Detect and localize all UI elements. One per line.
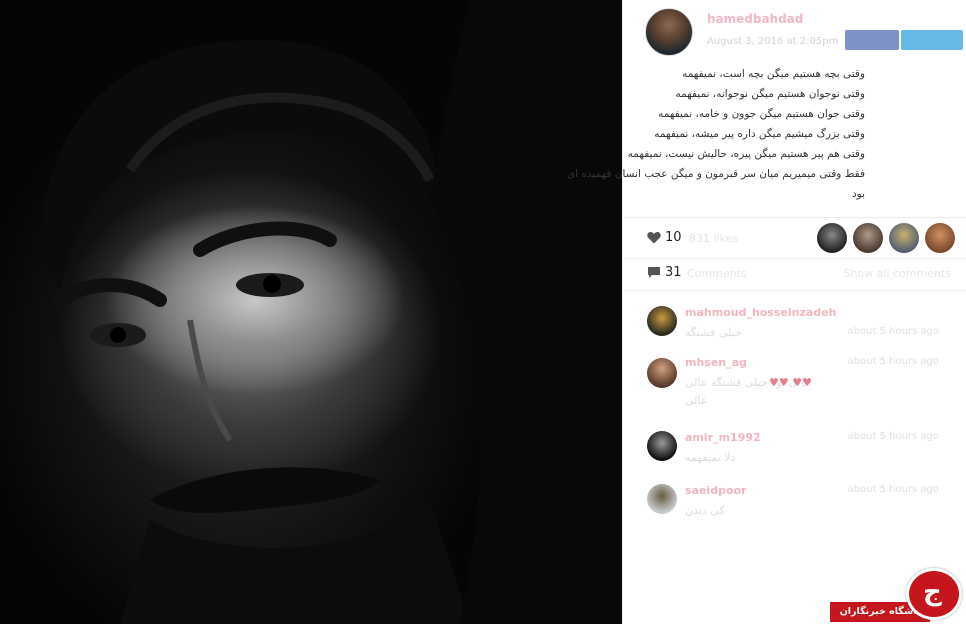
commenter-avatar[interactable] <box>647 431 677 461</box>
liker-avatar[interactable] <box>889 223 919 253</box>
comment-text: کی دیدن <box>685 504 725 517</box>
comments-row: 31 Comments Show all comments <box>623 258 966 290</box>
caption-line: بود <box>851 188 865 200</box>
commenter-avatar[interactable] <box>647 358 677 388</box>
comment-text: خیلی قشنگه <box>685 326 742 339</box>
likes-row: 10 831 likes <box>623 218 966 258</box>
watermark-logo: ج <box>906 568 962 620</box>
comment-item: mhsen_ag about 5 hours ago عالی بود خیلی… <box>623 352 966 418</box>
comment-time: about 5 hours ago <box>847 326 939 337</box>
heart-icon[interactable] <box>647 231 661 244</box>
watermark-glyph: ج <box>923 577 942 607</box>
caption-line: وقتی هم پیر هستیم میگن پیره، حالیش نیست،… <box>627 148 865 160</box>
avatar[interactable] <box>645 8 693 56</box>
commenter-avatar[interactable] <box>647 484 677 514</box>
caption-line: وقتی جوان هستیم میگن جوون و خامه، نمیفهم… <box>658 108 865 120</box>
liker-avatar[interactable] <box>925 223 955 253</box>
username-link[interactable]: hamedbahdad <box>707 12 803 26</box>
commenter-username[interactable]: amir_m1992 <box>685 431 761 444</box>
caption-line: فقط وقتی میمیریم میان سر قبرمون و میگن ع… <box>566 168 865 180</box>
comment-item: amir_m1992 about 5 hours ago دلا نمیفهمه <box>623 425 966 475</box>
commenter-username[interactable]: mahmoud_hosseinzadeh <box>685 306 836 319</box>
liker-avatar[interactable] <box>853 223 883 253</box>
caption-line: وقتی بزرگ میشیم میگن داره پیر میشه، نمیف… <box>654 128 865 140</box>
comment-text-line: عالی <box>685 394 708 407</box>
comment-hearts: ♥♥ ♥♥ <box>769 376 812 389</box>
commenter-username[interactable]: saeidpoor <box>685 484 747 497</box>
post-sidebar: hamedbahdad August 3, 2016 at 2:05pm وقت… <box>566 0 966 624</box>
facebook-share-button[interactable] <box>845 30 899 50</box>
twitter-share-button[interactable] <box>901 30 963 50</box>
comment-time: about 5 hours ago <box>847 484 939 495</box>
portrait-image <box>40 0 622 624</box>
comment-time: about 5 hours ago <box>847 431 939 442</box>
comment-text: دلا نمیفهمه <box>685 451 736 464</box>
caption-line: وقتی بچه هستیم میگن بچه است، نمیفهمه <box>682 68 865 80</box>
caption-line: وقتی نوجوان هستیم میگن نوجوانه، نمیفهمه <box>675 88 865 100</box>
comment-icon[interactable] <box>647 266 661 279</box>
comment-time: about 5 hours ago <box>847 356 939 367</box>
likes-label: 831 likes <box>689 232 739 245</box>
post-date: August 3, 2016 at 2:05pm <box>707 36 839 47</box>
divider <box>623 290 966 291</box>
commenter-avatar[interactable] <box>647 306 677 336</box>
commenter-username[interactable]: mhsen_ag <box>685 356 747 369</box>
post-caption: وقتی بچه هستیم میگن بچه است، نمیفهمه وقت… <box>566 64 865 204</box>
comment-item: saeidpoor about 5 hours ago کی دیدن <box>623 478 966 528</box>
show-all-comments-link[interactable]: Show all comments <box>843 267 951 280</box>
comments-label: Comments <box>687 267 747 280</box>
post-photo <box>0 0 622 624</box>
comment-item: mahmoud_hosseinzadeh about 5 hours ago خ… <box>623 300 966 350</box>
comments-count: 31 <box>665 265 682 280</box>
post-header: hamedbahdad August 3, 2016 at 2:05pm <box>623 0 966 60</box>
liker-avatar[interactable] <box>817 223 847 253</box>
likes-count: 10 <box>665 230 682 245</box>
